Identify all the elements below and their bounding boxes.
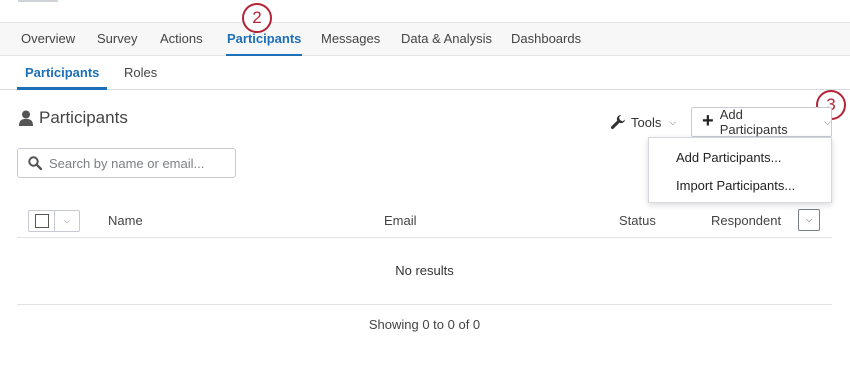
chevron-down-icon[interactable]: ⌵ xyxy=(55,211,79,231)
select-all-control[interactable]: ⌵ xyxy=(28,210,80,232)
column-status[interactable]: Status xyxy=(619,213,656,228)
page-title-text: Participants xyxy=(39,108,128,127)
column-respondent[interactable]: Respondent xyxy=(711,213,781,228)
add-participants-menu: Add Participants... Import Participants.… xyxy=(648,137,832,203)
tab-data-analysis[interactable]: Data & Analysis xyxy=(401,23,492,56)
search-box xyxy=(17,148,236,178)
chevron-down-icon: ⌵ xyxy=(824,116,831,127)
empty-state: No results xyxy=(17,238,832,305)
header-remnant xyxy=(18,0,58,2)
chevron-down-icon: ⌵ xyxy=(805,215,813,224)
person-icon xyxy=(19,110,33,126)
column-email[interactable]: Email xyxy=(384,213,417,228)
menu-item-add-participants[interactable]: Add Participants... xyxy=(676,147,782,169)
add-participants-button[interactable]: + Add Participants ⌵ xyxy=(691,107,832,137)
wrench-icon xyxy=(610,115,625,130)
page-title: Participants xyxy=(19,108,128,128)
pagination-summary: Showing 0 to 0 of 0 xyxy=(368,317,481,332)
tab-dashboards[interactable]: Dashboards xyxy=(511,23,581,56)
column-name[interactable]: Name xyxy=(108,213,143,228)
top-strip xyxy=(0,0,850,22)
main-nav: Overview Survey Actions Participants Mes… xyxy=(0,22,850,57)
menu-item-import-participants[interactable]: Import Participants... xyxy=(676,175,795,197)
tools-button[interactable]: Tools ⌵ xyxy=(610,108,676,136)
table-header: ⌵ Name Email Status Respondent ⌵ xyxy=(17,207,832,238)
tab-survey[interactable]: Survey xyxy=(97,23,137,56)
select-all-checkbox[interactable] xyxy=(29,211,55,231)
plus-icon: + xyxy=(702,110,714,132)
subtab-roles[interactable]: Roles xyxy=(124,56,157,89)
search-icon xyxy=(28,156,42,170)
column-options-button[interactable]: ⌵ xyxy=(798,209,820,231)
sub-nav: Participants Roles xyxy=(0,56,850,90)
search-input[interactable] xyxy=(49,155,219,171)
step-badge-2: 2 xyxy=(242,3,272,33)
tab-overview[interactable]: Overview xyxy=(21,23,75,56)
tab-messages[interactable]: Messages xyxy=(321,23,380,56)
tab-actions[interactable]: Actions xyxy=(160,23,203,56)
chevron-down-icon: ⌵ xyxy=(669,116,677,127)
subtab-participants[interactable]: Participants xyxy=(16,56,108,90)
add-participants-label: Add Participants xyxy=(719,107,788,137)
tools-label: Tools xyxy=(631,114,662,130)
